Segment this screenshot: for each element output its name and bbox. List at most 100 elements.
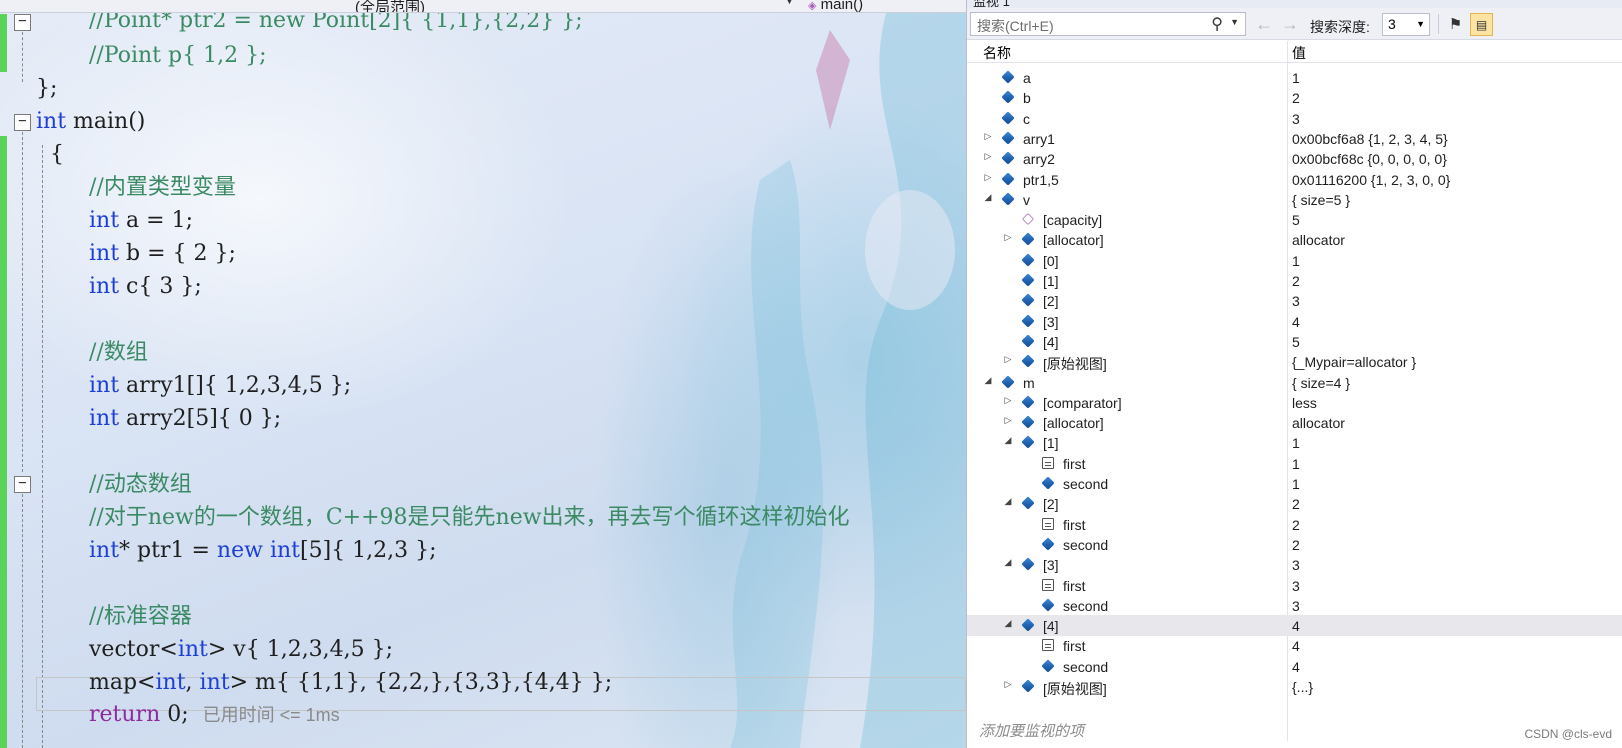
variable-icon (1001, 192, 1015, 206)
watch-row-name: b (1023, 90, 1031, 107)
watch-row[interactable]: ▷ [comparator] less (967, 392, 1622, 413)
variable-icon (1001, 110, 1015, 125)
variable-icon (1041, 598, 1055, 612)
code-line: int arry1[]{ 1,2,3,4,5 }; (89, 373, 352, 398)
collapsed-arrow-icon[interactable]: ▷ (1003, 679, 1013, 690)
expanded-arrow-icon[interactable]: ◢ (983, 375, 993, 386)
search-input[interactable]: 搜索(Ctrl+E) ⚲ ▼ (970, 12, 1246, 36)
expanded-arrow-icon[interactable]: ◢ (1003, 435, 1013, 446)
collapsed-arrow-icon[interactable]: ▷ (983, 131, 993, 142)
back-arrow-icon[interactable]: ← (1255, 14, 1273, 35)
editor-navigation-bar: (全局范围) ▼ ◈ main() (0, 0, 966, 13)
variable-icon (1021, 273, 1035, 287)
expanded-arrow-icon[interactable]: ◢ (1003, 496, 1013, 507)
watch-row-value: 1 (1292, 435, 1300, 452)
watch-row-value: 2 (1292, 536, 1300, 553)
search-depth-select[interactable]: 3 ▼ (1382, 13, 1430, 36)
watch-row[interactable]: [2] 3 (967, 290, 1622, 311)
function-label: main() (820, 0, 864, 13)
code-line: int* ptr1 = new int[5]{ 1,2,3 }; (89, 538, 437, 563)
variable-icon (1001, 90, 1015, 104)
watch-row[interactable]: second 1 (967, 473, 1622, 494)
watch-row[interactable]: ◢ [1] 1 (967, 432, 1622, 453)
scope-dropdown[interactable]: (全局范围) ▼ (355, 0, 795, 12)
forward-arrow-icon[interactable]: → (1281, 14, 1299, 35)
code-line: map<int, int> m{ {1,1}, {2,2,},{3,3},{4,… (89, 670, 613, 695)
watch-row[interactable]: ▷ [原始视图] {...} (967, 676, 1622, 697)
watch-row[interactable]: [0] 1 (967, 250, 1622, 271)
watch-row[interactable]: ◢ [2] 2 (967, 493, 1622, 514)
column-header-name[interactable]: 名称 (983, 43, 1011, 63)
variable-icon (1021, 253, 1035, 267)
collapse-icon[interactable]: − (14, 476, 31, 493)
variable-icon (1021, 679, 1035, 693)
collapse-icon[interactable]: − (14, 114, 31, 131)
function-dropdown[interactable]: ◈ main() (808, 0, 966, 13)
watch-row[interactable]: [4] 5 (967, 331, 1622, 352)
watch-row[interactable]: ▷ [allocator] allocator (967, 412, 1622, 433)
collapse-icon[interactable]: − (14, 14, 31, 31)
watch-row-name: [3] (1043, 557, 1059, 574)
expanded-arrow-icon[interactable]: ◢ (1003, 557, 1013, 568)
watch-row[interactable]: ▷ arry1 0x00bcf6a8 {1, 2, 3, 4, 5} (967, 128, 1622, 149)
code-editor[interactable]: (全局范围) ▼ ◈ main() − − − //Point* ptr2 = … (0, 0, 966, 748)
watch-row[interactable]: first 1 (967, 453, 1622, 474)
expanded-arrow-icon[interactable]: ◢ (983, 192, 993, 203)
variable-icon (1041, 476, 1055, 490)
collapsed-arrow-icon[interactable]: ▷ (1003, 232, 1013, 243)
watch-row[interactable]: first 2 (967, 514, 1622, 535)
collapsed-arrow-icon[interactable]: ▷ (983, 151, 993, 162)
collapsed-arrow-icon[interactable]: ▷ (1003, 415, 1013, 426)
watch-row[interactable]: first 4 (967, 635, 1622, 656)
search-depth-value: 3 (1388, 16, 1396, 32)
expanded-arrow-icon[interactable]: ◢ (1003, 618, 1013, 629)
collapsed-arrow-icon[interactable]: ▷ (983, 172, 993, 183)
column-header-value[interactable]: 值 (1292, 43, 1306, 63)
watch-row[interactable]: ▷ [allocator] allocator (967, 229, 1622, 250)
watch-row[interactable]: [3] 4 (967, 311, 1622, 332)
watch-row-name: first (1063, 577, 1086, 594)
code-line: { (50, 142, 64, 167)
property-icon (1022, 213, 1034, 226)
watch-row[interactable]: ▷ [原始视图] {_Mypair=allocator } (967, 351, 1622, 372)
collapsed-arrow-icon[interactable]: ▷ (1003, 395, 1013, 406)
watch-row[interactable]: a1 (967, 67, 1622, 88)
code-line: }; (36, 76, 58, 101)
watch-row-value: 1 (1292, 252, 1300, 269)
watch-row-value: allocator (1292, 415, 1345, 432)
variable-icon (1021, 354, 1035, 368)
watch-row[interactable]: ▷ ptr1,5 0x01116200 {1, 2, 3, 0, 0} (967, 169, 1622, 190)
watch-row[interactable]: second 3 (967, 595, 1622, 616)
watch-row-value: { size=5 } (1292, 191, 1350, 208)
watch-title: 监视 1 (967, 0, 1622, 8)
watch-row-name: first (1063, 516, 1086, 533)
watch-row-value: 5 (1292, 333, 1300, 350)
collapsed-arrow-icon[interactable]: ▷ (1003, 354, 1013, 365)
hex-display-icon[interactable]: ▤ (1470, 13, 1493, 36)
watch-row[interactable]: ◢ v { size=5 } (967, 189, 1622, 210)
watch-row[interactable]: ◢ [3] 3 (967, 554, 1622, 575)
watch-row-name: arry1 (1023, 130, 1055, 147)
watch-row[interactable]: c3 (967, 108, 1622, 129)
watch-row[interactable]: [1] 2 (967, 270, 1622, 291)
watch-row[interactable]: [capacity] 5 (967, 209, 1622, 230)
chevron-down-icon[interactable]: ▼ (1230, 17, 1239, 27)
watch-row-value: 2 (1292, 273, 1300, 289)
watch-row[interactable]: second 4 (967, 656, 1622, 677)
watch-row-name: c (1023, 110, 1030, 127)
watch-row[interactable]: ◢ m { size=4 } (967, 372, 1622, 393)
pin-icon[interactable]: ⚑ (1444, 13, 1467, 36)
watch-row[interactable]: ◢ [4] 4 (967, 615, 1622, 637)
perf-tip[interactable]: 已用时间 <= 1ms (203, 705, 340, 725)
watch-row[interactable]: ▷ arry2 0x00bcf68c {0, 0, 0, 0, 0} (967, 148, 1622, 169)
watch-row-name: [0] (1043, 252, 1059, 269)
watch-row-value: 3 (1292, 293, 1300, 310)
watch-row[interactable]: b2 (967, 87, 1622, 108)
watch-row-value: 4 (1292, 313, 1300, 330)
field-icon (1042, 456, 1054, 469)
watch-row[interactable]: second 2 (967, 534, 1622, 555)
add-watch-item[interactable]: 添加要监视的项 (979, 720, 1084, 741)
code-line: vector<int> v{ 1,2,3,4,5 }; (89, 637, 394, 662)
watch-row[interactable]: first 3 (967, 575, 1622, 596)
variable-icon (1021, 313, 1035, 328)
